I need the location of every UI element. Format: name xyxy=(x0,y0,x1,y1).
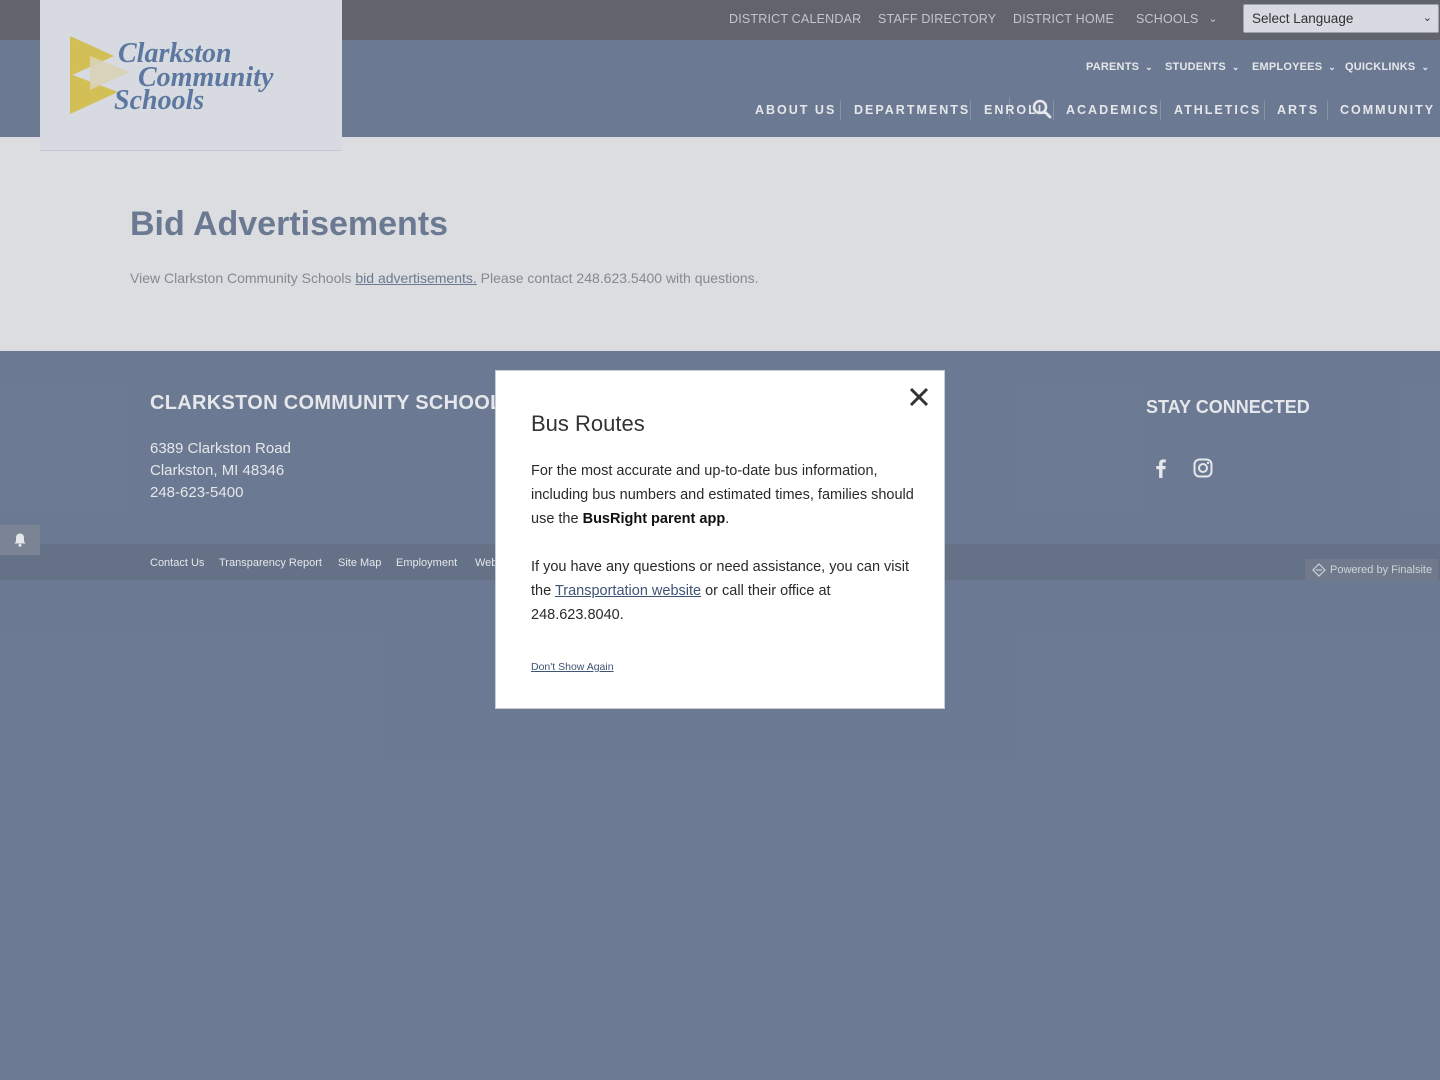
modal-title: Bus Routes xyxy=(531,411,645,436)
modal-paragraph-2: If you have any questions or need assist… xyxy=(531,555,916,627)
transportation-website-link[interactable]: Transportation website xyxy=(555,583,701,599)
close-icon[interactable] xyxy=(906,384,932,410)
modal-p1-end: . xyxy=(725,511,730,527)
busright-app-name: BusRight parent app xyxy=(582,511,726,527)
bus-routes-modal: Bus Routes For the most accurate and up-… xyxy=(495,370,945,709)
modal-paragraph-1: For the most accurate and up-to-date bus… xyxy=(531,459,916,531)
dont-show-again-link[interactable]: Don't Show Again xyxy=(531,661,614,673)
